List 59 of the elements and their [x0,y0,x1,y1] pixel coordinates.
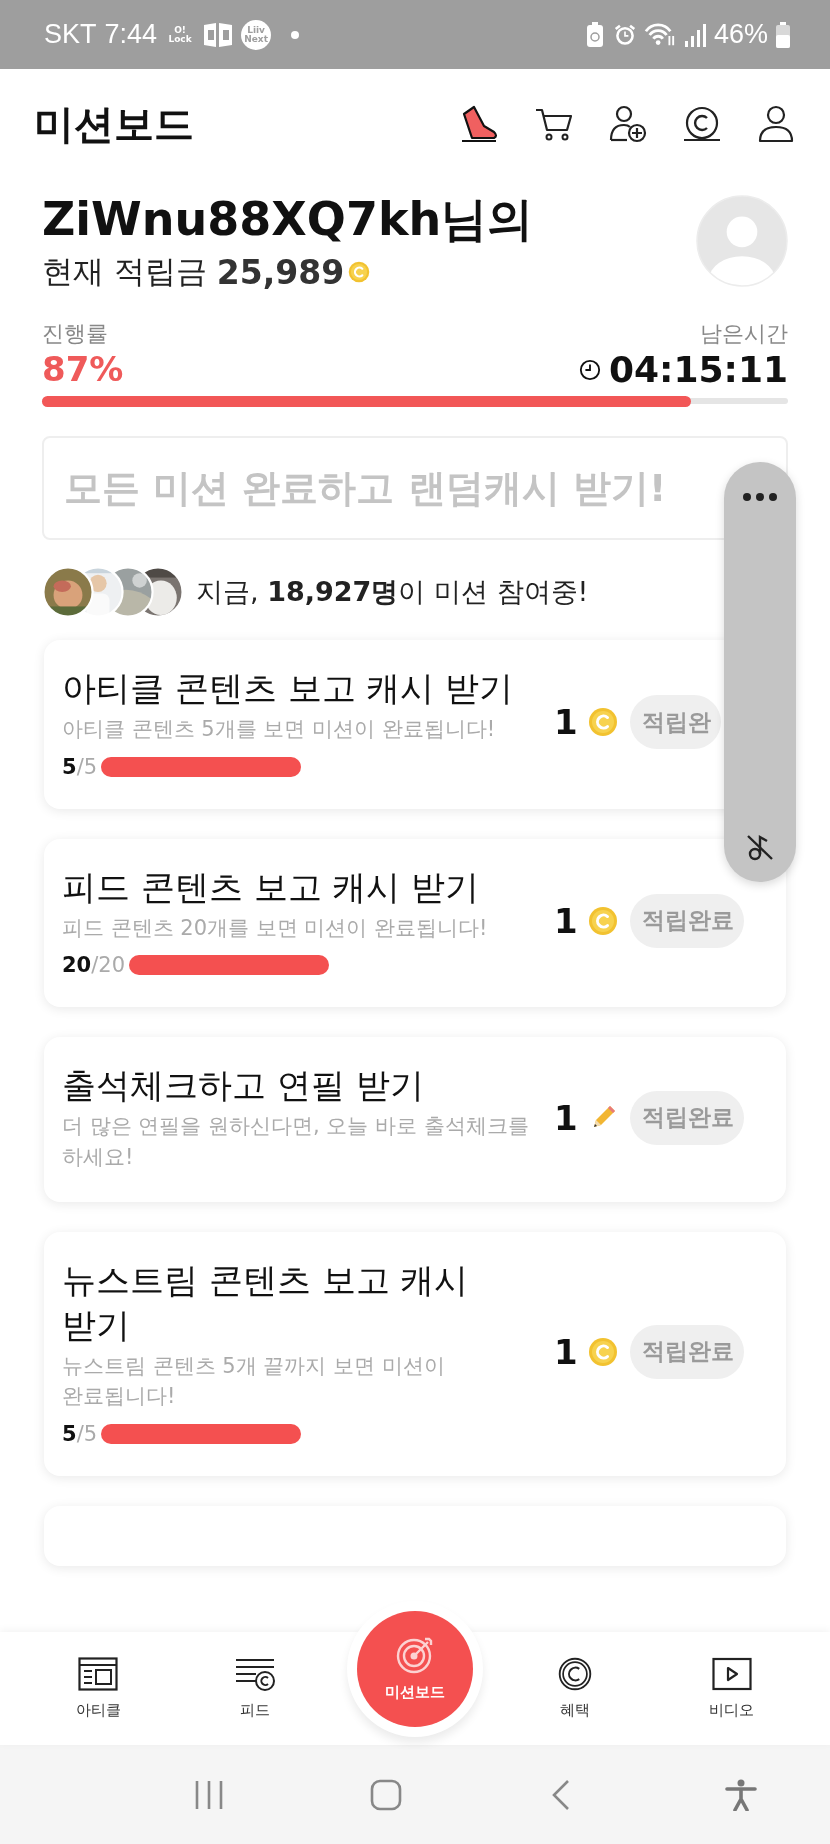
balance-value: 25,989 [216,252,345,292]
wifi-icon [643,21,676,48]
progress-label: 진행률 [42,320,109,348]
coin-icon[interactable] [682,104,722,144]
claim-button[interactable]: 적립완 [629,695,721,750]
app-logo-icon [203,21,234,48]
app-badge-icon: O! Lock [165,19,196,50]
reward-amount: 1 [554,1097,578,1138]
mission-count: 5/5 [62,754,98,779]
clock-text: 7:44 [104,19,158,50]
nav-tab[interactable]: 피드 [200,1657,311,1720]
signal-icon [683,21,706,48]
dot-icon [291,30,300,39]
nav-tab[interactable]: 비디오 [676,1657,787,1720]
mission-title: 아티클 콘텐츠 보고 캐시 받기 [62,667,515,710]
app-badge-icon: Liiv Next [241,19,272,50]
reward-amount: 1 [554,900,578,941]
mission-description: 아티클 콘텐츠 5개를 보면 미션이 완료됩니다! [62,716,497,744]
coin-icon [348,261,371,283]
user-name: ZiWnu88XQ7kh님의 [42,191,535,248]
accessibility-icon[interactable] [725,1778,758,1811]
mission-title: 피드 콘텐츠 보고 캐시 받기 [62,865,481,909]
mission-title: 출석체크하고 연필 받기 [62,1064,425,1108]
more-icon[interactable] [742,492,778,502]
coin-icon [587,905,618,936]
add-friend-icon[interactable] [608,104,648,144]
shoe-icon[interactable] [460,104,500,144]
video-icon [711,1657,752,1691]
nav-tab[interactable]: 아티클 [43,1657,154,1720]
claim-button[interactable]: 적립완료 [629,893,744,948]
progress-value: 87% [42,349,124,389]
claim-button[interactable]: 적립완료 [629,1324,744,1379]
balance-label: 현재 적립금 [42,252,207,291]
remaining-time: 04:15:11 [608,349,788,390]
article-icon [78,1657,119,1691]
claim-button[interactable]: 적립완료 [629,1090,744,1145]
home-icon[interactable] [370,1778,403,1811]
coin-icon [587,1336,618,1367]
mission-description: 더 많은 연필을 원하신다면, 오늘 바로 출석체크를 하세요! [62,1113,530,1171]
time-label: 남은시간 [700,320,788,348]
carrier-text: SKT [44,19,97,50]
reward-amount: 1 [554,702,578,743]
coin-icon [587,707,618,738]
clock-icon [578,358,601,381]
page-title: 미션보드 [34,99,194,149]
mission-title: 뉴스트림 콘텐츠 보고 캐시 받기 [62,1259,470,1347]
battery-icon [776,21,790,48]
muted-note-icon[interactable] [745,832,775,862]
profile-icon[interactable] [756,104,796,144]
participants-text: 지금, 18,927명이 미션 참여중! [196,575,589,609]
reward-amount: 1 [554,1331,578,1372]
nav-tab[interactable]: 혜택 [519,1657,630,1720]
mission-count: 5/5 [62,1421,98,1446]
mission-description: 피드 콘텐츠 20개를 보면 미션이 완료됩니다! [62,914,489,942]
feed-icon [235,1657,276,1691]
target-icon [395,1635,435,1675]
mission-count: 20/20 [62,953,126,978]
mission-description: 뉴스트림 콘텐츠 5개 끝까지 보면 미션이 완료됩니다! [62,1352,446,1411]
battery-text: 46% [713,19,768,50]
